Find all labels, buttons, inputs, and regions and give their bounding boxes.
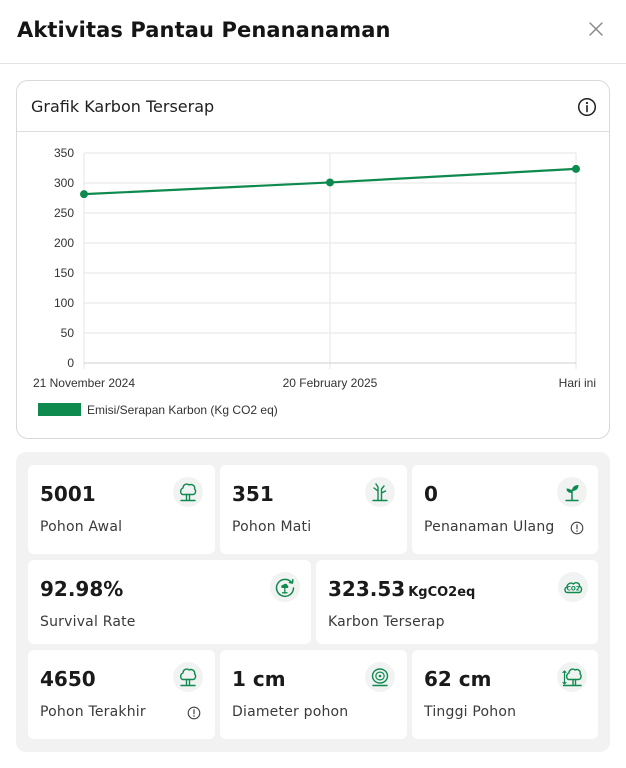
modal-header: Aktivitas Pantau Penananaman: [0, 0, 626, 64]
stat-label: Pohon Mati: [232, 519, 312, 535]
info-icon[interactable]: [577, 97, 597, 117]
growth-cycle-icon: [270, 572, 300, 602]
y-tick-label: 350: [54, 146, 74, 160]
stat-value: 4650: [40, 667, 96, 691]
stat-value: 1 cm: [232, 667, 286, 691]
stat-card-pohon-awal: 5001 Pohon Awal: [28, 465, 215, 554]
y-tick-label: 0: [67, 356, 74, 370]
stat-card-tinggi-pohon: 62 cm Tinggi Pohon: [412, 650, 598, 739]
tree-icon: [173, 477, 203, 507]
tree-height-icon: [557, 662, 587, 692]
stat-unit: KgCO2eq: [408, 585, 476, 600]
stat-label: Survival Rate: [40, 614, 136, 630]
stat-value: 92.98%: [40, 577, 124, 601]
help-icon[interactable]: [187, 706, 201, 720]
stat-label: Karbon Terserap: [328, 614, 445, 630]
data-point: [572, 164, 580, 173]
data-point: [80, 190, 88, 199]
dead-tree-icon: [365, 477, 395, 507]
stat-label: Diameter pohon: [232, 704, 349, 720]
co2-cloud-icon: CO2: [558, 572, 588, 602]
stat-number: 323.53: [328, 577, 406, 601]
stat-card-pohon-mati: 351 Pohon Mati: [220, 465, 407, 554]
tree-ring-icon: [365, 662, 395, 692]
y-tick-label: 250: [54, 206, 74, 220]
stat-card-karbon-terserap: 323.53 KgCO2eq Karbon Terserap CO2: [316, 560, 598, 644]
stat-value: 62 cm: [424, 667, 492, 691]
close-icon[interactable]: [586, 19, 606, 39]
y-tick-label: 100: [54, 296, 74, 310]
legend-label: Emisi/Serapan Karbon (Kg CO2 eq): [87, 403, 278, 417]
data-point: [326, 178, 334, 187]
stats-panel: 5001 Pohon Awal 351 Pohon Mati 0 Penanam…: [16, 452, 610, 752]
x-tick-label: Hari ini: [559, 376, 596, 390]
chart-title: Grafik Karbon Terserap: [31, 97, 215, 116]
stat-label: Tinggi Pohon: [424, 704, 517, 720]
y-tick-label: 150: [54, 266, 74, 280]
stat-value: 351: [232, 482, 274, 506]
tree-icon: [173, 662, 203, 692]
y-tick-label: 200: [54, 236, 74, 250]
stat-label: Pohon Awal: [40, 519, 123, 535]
stat-card-diameter-pohon: 1 cm Diameter pohon: [220, 650, 407, 739]
sprout-icon: [557, 477, 587, 507]
carbon-line-chart: 0 50 100 150 200 250 300 350 21 November 2024 20 …: [33, 146, 596, 417]
stat-value: 5001: [40, 482, 96, 506]
stat-value: 323.53 KgCO2eq: [328, 577, 475, 601]
stat-label: Penanaman Ulang: [424, 519, 555, 535]
modal-title: Aktivitas Pantau Penananaman: [17, 18, 391, 42]
stat-card-survival-rate: 92.98% Survival Rate: [28, 560, 311, 644]
svg-text:CO2: CO2: [567, 587, 580, 593]
y-tick-label: 50: [61, 326, 75, 340]
y-tick-label: 300: [54, 176, 74, 190]
x-tick-label: 21 November 2024: [33, 376, 135, 390]
stat-card-penanaman-ulang: 0 Penanaman Ulang: [412, 465, 598, 554]
stat-label: Pohon Terakhir: [40, 704, 146, 720]
chart-card-header: Grafik Karbon Terserap: [17, 81, 609, 132]
help-icon[interactable]: [570, 521, 584, 535]
legend-swatch: [38, 403, 81, 416]
stat-value: 0: [424, 482, 438, 506]
stat-card-pohon-terakhir: 4650 Pohon Terakhir: [28, 650, 215, 739]
x-tick-label: 20 February 2025: [283, 376, 378, 390]
carbon-chart-card: Grafik Karbon Terserap 0 50 100 150 200 250 30…: [16, 80, 610, 439]
